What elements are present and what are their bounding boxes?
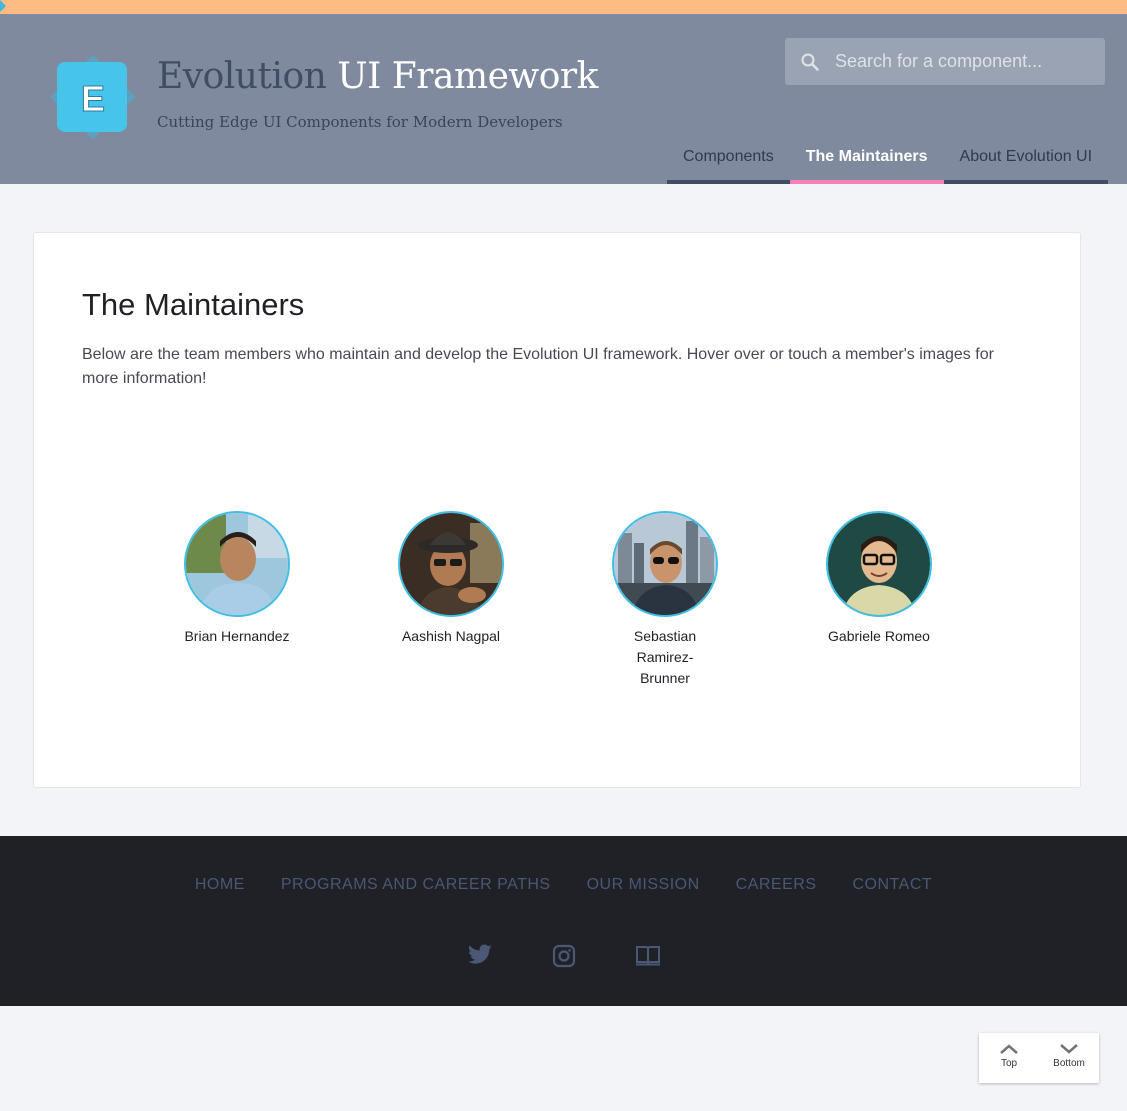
- page-title: The Maintainers: [82, 287, 305, 322]
- instagram-icon[interactable]: [542, 944, 586, 972]
- footer-link-careers[interactable]: CAREERS: [736, 876, 817, 894]
- member-avatar[interactable]: [398, 511, 504, 617]
- corner-marker: [0, 0, 6, 12]
- footer-nav: HOME PROGRAMS AND CAREER PATHS OUR MISSI…: [0, 876, 1127, 894]
- brand-subtitle: Cutting Edge UI Components for Modern De…: [157, 113, 563, 131]
- member-name: Aashish Nagpal: [401, 628, 501, 644]
- member-avatar[interactable]: [612, 511, 718, 617]
- member-card: Brian Hernandez: [182, 511, 292, 647]
- twitter-icon[interactable]: [458, 944, 502, 972]
- site-footer: HOME PROGRAMS AND CAREER PATHS OUR MISSI…: [0, 836, 1127, 1006]
- member-card: Gabriele Romeo: [824, 511, 934, 647]
- scroll-bottom-label: Bottom: [1053, 1058, 1085, 1069]
- member-avatar[interactable]: [184, 511, 290, 617]
- brand-title[interactable]: Evolution UI Framework: [157, 56, 598, 97]
- footer-link-programs[interactable]: PROGRAMS AND CAREER PATHS: [281, 876, 551, 894]
- tab-the-maintainers[interactable]: The Maintainers: [789, 144, 944, 184]
- member-name: Brian Hernandez: [184, 628, 290, 644]
- member-name: Gabriele Romeo: [828, 628, 930, 644]
- maintainers-card: The Maintainers Below are the team membe…: [33, 232, 1081, 788]
- footer-link-contact[interactable]: CONTACT: [853, 876, 933, 894]
- intro-text: Below are the team members who maintain …: [82, 346, 994, 387]
- book-icon[interactable]: [626, 944, 670, 972]
- footer-link-home[interactable]: HOME: [195, 876, 245, 894]
- search-icon: [801, 53, 819, 71]
- logo-letter: E: [81, 78, 105, 119]
- member-card: Aashish Nagpal: [396, 511, 506, 647]
- chevron-up-icon: [1000, 1044, 1018, 1054]
- tab-about-evolution-ui[interactable]: About Evolution UI: [943, 144, 1109, 184]
- brand-title-strong: Evolution: [157, 56, 327, 97]
- scroll-bottom-button[interactable]: Bottom: [1039, 1033, 1099, 1083]
- site-header: E Evolution UI Framework Cutting Edge UI…: [0, 14, 1127, 184]
- logo[interactable]: E: [44, 48, 142, 146]
- search-box[interactable]: [785, 38, 1105, 85]
- scroll-top-button[interactable]: Top: [979, 1033, 1039, 1083]
- member-card: Sebastian Ramirez-Brunner: [610, 511, 720, 689]
- top-accent-bar: [0, 0, 1127, 14]
- social-links: [0, 944, 1127, 972]
- member-name: Sebastian Ramirez-Brunner: [633, 628, 697, 686]
- chevron-down-icon: [1060, 1044, 1078, 1054]
- tab-components[interactable]: Components: [667, 144, 790, 184]
- main-nav: Components The Maintainers About Evoluti…: [667, 144, 1109, 184]
- scroll-controls: Top Bottom: [979, 1033, 1099, 1083]
- search-input[interactable]: [835, 38, 1095, 85]
- brand-title-rest: UI Framework: [326, 56, 598, 97]
- member-avatar[interactable]: [826, 511, 932, 617]
- scroll-top-label: Top: [1000, 1058, 1018, 1069]
- footer-link-mission[interactable]: OUR MISSION: [587, 876, 700, 894]
